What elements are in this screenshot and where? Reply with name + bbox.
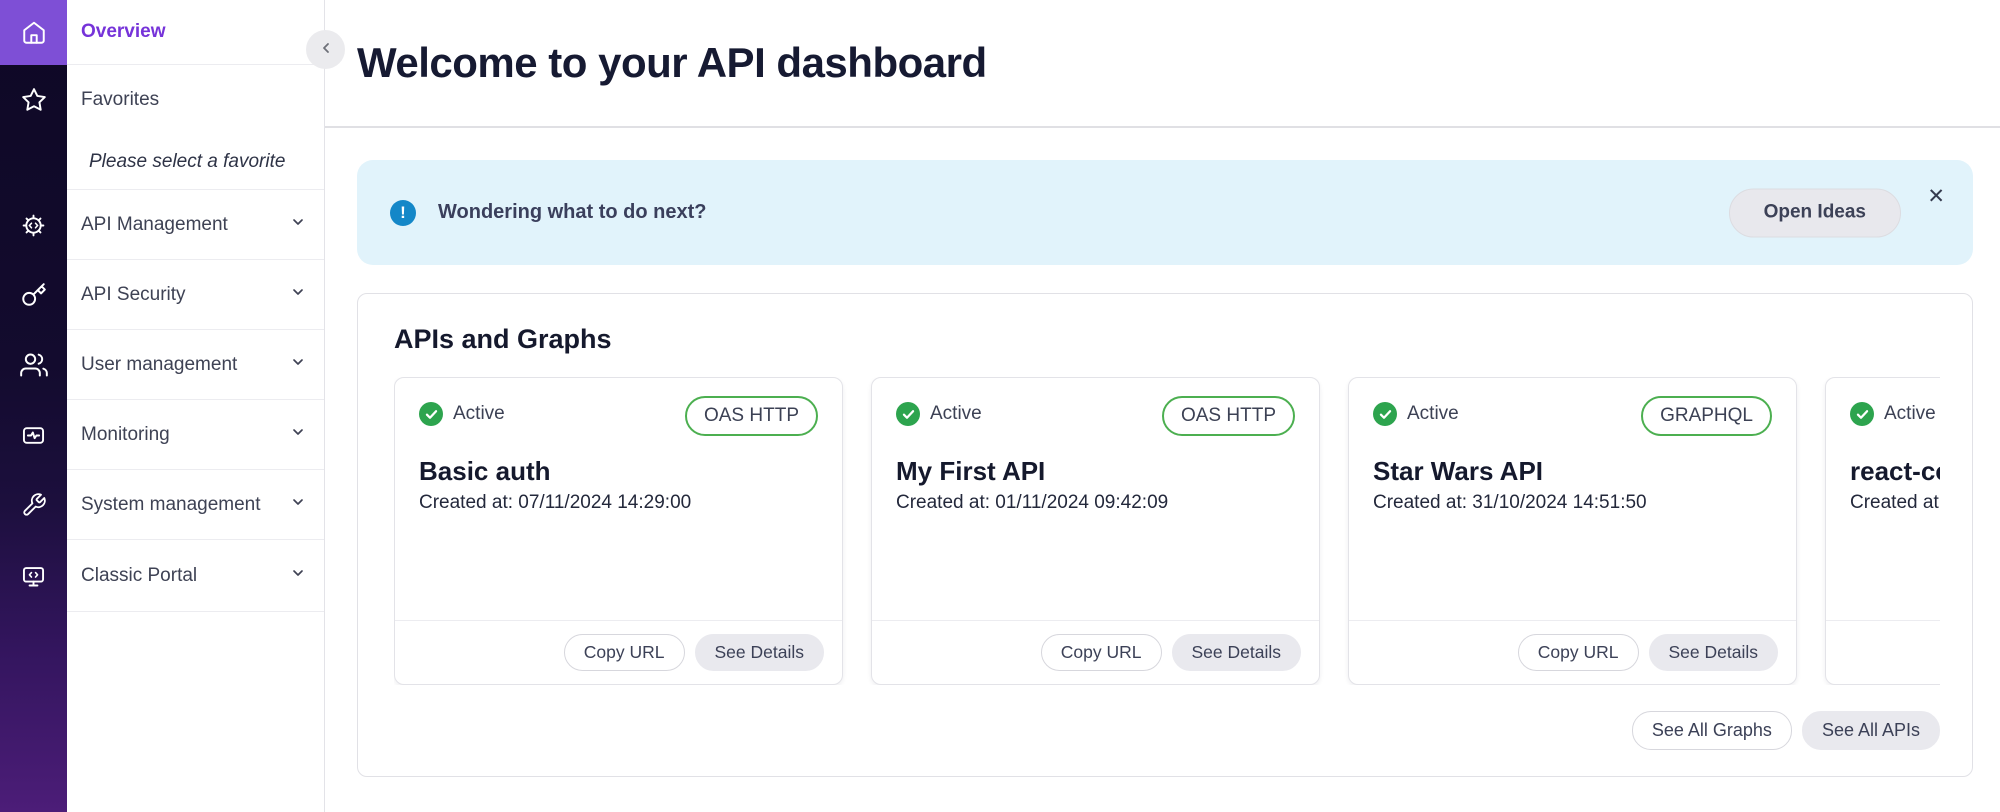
rail-item-monitoring[interactable] xyxy=(0,400,67,470)
sidebar-item-api-security[interactable]: API Security xyxy=(67,260,324,330)
page-title: Welcome to your API dashboard xyxy=(357,39,987,87)
api-created-at: Created at: xyxy=(1850,492,1940,514)
sidebar-icon-rail xyxy=(0,0,67,812)
see-details-button[interactable]: See Details xyxy=(695,634,825,671)
rail-item-api-management[interactable] xyxy=(0,190,67,260)
api-card: Active react-co Created at: xyxy=(1825,377,1940,685)
api-card-footer: Copy URL See Details xyxy=(872,620,1319,684)
active-check-icon xyxy=(896,402,920,426)
api-security-icon xyxy=(21,282,47,308)
chevron-down-icon xyxy=(290,354,306,376)
api-management-icon xyxy=(20,212,47,239)
sidebar-menu: Overview Favorites Please select a favor… xyxy=(67,0,325,812)
see-details-button[interactable]: See Details xyxy=(1649,634,1779,671)
chevron-down-icon xyxy=(290,424,306,446)
chevron-down-icon xyxy=(290,214,306,236)
main-content: Welcome to your API dashboard ! Wonderin… xyxy=(325,0,2000,812)
rail-item-favorites[interactable] xyxy=(0,65,67,135)
api-card-body: Active GRAPHQL Star Wars API Created at:… xyxy=(1349,378,1796,620)
api-created-at: Created at: 07/11/2024 14:29:00 xyxy=(419,492,818,514)
sidebar-item-system-management[interactable]: System management xyxy=(67,470,324,540)
api-card-body: Active OAS HTTP My First API Created at:… xyxy=(872,378,1319,620)
rail-item-user-management[interactable] xyxy=(0,330,67,400)
status-badge: Active xyxy=(930,403,982,425)
panel-footer: See All Graphs See All APIs xyxy=(394,711,1940,750)
user-management-icon xyxy=(20,351,48,379)
rail-item-classic-portal[interactable] xyxy=(0,540,67,612)
chevron-down-icon xyxy=(290,284,306,306)
api-name: Basic auth xyxy=(419,456,818,487)
copy-url-button[interactable]: Copy URL xyxy=(1041,634,1162,671)
sidebar-item-favorites[interactable]: Favorites xyxy=(67,65,324,135)
status-badge: Active xyxy=(1884,403,1936,425)
rail-spacer xyxy=(0,135,67,190)
favorites-empty-hint: Please select a favorite xyxy=(67,135,324,190)
star-icon xyxy=(21,87,47,113)
sidebar-item-label: Favorites xyxy=(81,89,159,111)
api-name: Star Wars API xyxy=(1373,456,1772,487)
sidebar-item-label: User management xyxy=(81,354,237,376)
see-all-apis-button[interactable]: See All APIs xyxy=(1802,711,1940,750)
api-card-body: Active OAS HTTP Basic auth Created at: 0… xyxy=(395,378,842,620)
api-type-badge: OAS HTTP xyxy=(685,396,818,436)
rail-item-overview[interactable] xyxy=(0,0,67,65)
api-name: My First API xyxy=(896,456,1295,487)
panel-title: APIs and Graphs xyxy=(394,324,1940,355)
api-created-at: Created at: 31/10/2024 14:51:50 xyxy=(1373,492,1772,514)
sidebar-item-label: Monitoring xyxy=(81,424,170,446)
see-details-button[interactable]: See Details xyxy=(1172,634,1302,671)
api-card: Active OAS HTTP Basic auth Created at: 0… xyxy=(394,377,843,685)
home-icon xyxy=(21,20,47,46)
monitoring-icon xyxy=(20,422,47,449)
api-card: Active OAS HTTP My First API Created at:… xyxy=(871,377,1320,685)
api-card-body: Active react-co Created at: xyxy=(1826,378,1940,620)
sidebar-item-api-management[interactable]: API Management xyxy=(67,190,324,260)
rail-item-api-security[interactable] xyxy=(0,260,67,330)
status-badge: Active xyxy=(453,403,505,425)
page-header: Welcome to your API dashboard xyxy=(325,0,2000,128)
api-card-footer: Copy URL See Details xyxy=(1349,620,1796,684)
banner-text: Wondering what to do next? xyxy=(438,201,707,224)
copy-url-button[interactable]: Copy URL xyxy=(1518,634,1639,671)
sidebar-item-label: System management xyxy=(81,494,261,516)
open-ideas-button[interactable]: Open Ideas xyxy=(1729,188,1901,237)
copy-url-button[interactable]: Copy URL xyxy=(564,634,685,671)
api-type-badge: GRAPHQL xyxy=(1641,396,1772,436)
api-type-badge: OAS HTTP xyxy=(1162,396,1295,436)
api-created-at: Created at: 01/11/2024 09:42:09 xyxy=(896,492,1295,514)
api-cards-row: Active OAS HTTP Basic auth Created at: 0… xyxy=(394,377,1940,685)
sidebar-item-user-management[interactable]: User management xyxy=(67,330,324,400)
api-name: react-co xyxy=(1850,456,1940,487)
info-banner: ! Wondering what to do next? Open Ideas … xyxy=(357,160,1973,265)
status-badge: Active xyxy=(1407,403,1459,425)
sidebar-item-label: Overview xyxy=(81,21,166,43)
chevron-down-icon xyxy=(290,565,306,587)
active-check-icon xyxy=(419,402,443,426)
sidebar-item-monitoring[interactable]: Monitoring xyxy=(67,400,324,470)
apis-and-graphs-panel: APIs and Graphs Active OAS HTTP Basic au… xyxy=(357,293,1973,777)
api-card-footer: Copy URL See Details xyxy=(395,620,842,684)
active-check-icon xyxy=(1373,402,1397,426)
sidebar-item-label: Classic Portal xyxy=(81,565,197,587)
sidebar-item-overview[interactable]: Overview xyxy=(67,0,324,65)
sidebar-collapse-button[interactable] xyxy=(306,30,345,69)
chevron-left-icon xyxy=(318,40,334,59)
active-check-icon xyxy=(1850,402,1874,426)
see-all-graphs-button[interactable]: See All Graphs xyxy=(1632,711,1792,750)
rail-item-system-management[interactable] xyxy=(0,470,67,540)
api-card: Active GRAPHQL Star Wars API Created at:… xyxy=(1348,377,1797,685)
close-icon[interactable]: ✕ xyxy=(1927,186,1945,207)
classic-portal-icon xyxy=(20,563,47,590)
info-icon: ! xyxy=(390,200,416,226)
system-management-icon xyxy=(21,492,47,518)
chevron-down-icon xyxy=(290,494,306,516)
sidebar-item-classic-portal[interactable]: Classic Portal xyxy=(67,540,324,612)
sidebar-item-label: API Management xyxy=(81,214,228,236)
sidebar-item-label: API Security xyxy=(81,284,186,306)
api-card-footer xyxy=(1826,620,1940,684)
